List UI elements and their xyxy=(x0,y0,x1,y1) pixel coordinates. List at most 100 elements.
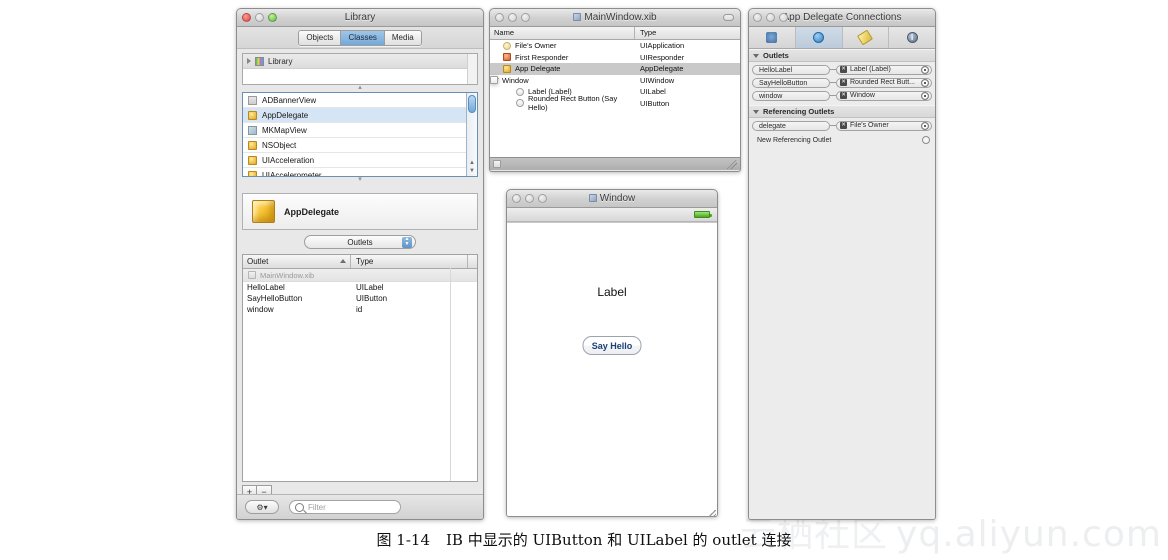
disclosure-triangle-icon[interactable] xyxy=(247,58,251,64)
view-mode-button[interactable] xyxy=(493,160,501,168)
simulator-window[interactable]: Window Label Say Hello xyxy=(506,189,718,517)
list-item[interactable]: NSObject xyxy=(243,138,477,153)
library-segmented-control[interactable]: Objects Classes Media xyxy=(298,29,422,46)
scroll-up-arrow-icon[interactable]: ▲ xyxy=(467,160,477,167)
window-controls[interactable] xyxy=(242,13,277,22)
disconnect-icon[interactable]: ✕ xyxy=(840,122,847,129)
close-button[interactable] xyxy=(495,13,504,22)
connections-inspector-window[interactable]: App Delegate Connections i Outlets Hello… xyxy=(748,8,936,520)
connection-endpoint-icon[interactable] xyxy=(921,78,929,87)
table-row[interactable]: Window UIWindow xyxy=(490,75,740,87)
table-row[interactable]: First Responder UIResponder xyxy=(490,52,740,64)
outlet-target[interactable]: ✕ Label (Label) xyxy=(836,64,932,75)
list-item[interactable]: ADBannerView xyxy=(243,93,477,108)
zoom-button[interactable] xyxy=(268,13,277,22)
inspector-titlebar[interactable]: App Delegate Connections xyxy=(749,9,935,27)
section-header-outlets[interactable]: Outlets xyxy=(749,49,935,62)
gear-icon[interactable]: ⚙▾ xyxy=(245,500,279,514)
label-widget[interactable]: Label xyxy=(507,285,717,299)
list-item[interactable]: UIAcceleration xyxy=(243,153,477,168)
table-row[interactable]: window id xyxy=(243,304,477,315)
filter-input[interactable]: Filter xyxy=(289,500,401,514)
minimize-button[interactable] xyxy=(525,194,534,203)
new-connection-endpoint-icon[interactable] xyxy=(922,136,930,144)
minimize-button[interactable] xyxy=(766,13,775,22)
xib-titlebar[interactable]: MainWindow.xib xyxy=(490,9,740,27)
column-header-outlet[interactable]: Outlet xyxy=(243,255,351,268)
table-row[interactable]: File's Owner UIApplication xyxy=(490,40,740,52)
column-header-type[interactable]: Type xyxy=(635,27,740,39)
list-item[interactable]: AppDelegate xyxy=(243,108,477,123)
library-titlebar[interactable]: Library xyxy=(237,9,483,27)
list-item[interactable]: UIAccelerometer xyxy=(243,168,477,176)
column-header-type[interactable]: Type xyxy=(351,255,468,268)
list-item[interactable]: MKMapView xyxy=(243,123,477,138)
outlet-source[interactable]: SayHelloButton xyxy=(752,77,830,88)
canvas[interactable]: Label Say Hello xyxy=(507,222,717,516)
zoom-button[interactable] xyxy=(779,13,788,22)
window-controls[interactable] xyxy=(512,194,547,203)
column-header-name[interactable]: Name xyxy=(490,27,635,39)
tab-attributes[interactable] xyxy=(843,27,890,48)
window-controls[interactable] xyxy=(495,13,530,22)
zoom-button[interactable] xyxy=(538,194,547,203)
library-tree-root-row[interactable]: Library xyxy=(243,54,477,69)
tab-classes[interactable]: Classes xyxy=(341,30,385,45)
library-tree-scrollbar[interactable] xyxy=(467,54,477,84)
tab-media[interactable]: Media xyxy=(384,30,421,45)
xib-document-window[interactable]: MainWindow.xib Name Type File's Owner UI… xyxy=(489,8,741,172)
tab-connections[interactable] xyxy=(749,27,796,48)
disconnect-icon[interactable]: ✕ xyxy=(840,79,847,86)
zoom-button[interactable] xyxy=(521,13,530,22)
split-divider-grip-lower[interactable]: ▾ xyxy=(237,176,483,184)
xib-outline-list[interactable]: File's Owner UIApplication First Respond… xyxy=(490,40,740,170)
disclosure-triangle-icon[interactable] xyxy=(753,109,759,114)
class-list[interactable]: ADBannerView AppDelegate MKMapView NSObj… xyxy=(242,92,478,177)
referencing-outlet-target[interactable]: ✕ File's Owner xyxy=(836,120,932,131)
outlets-popup-button[interactable]: Outlets ▲ ▼ xyxy=(304,235,416,249)
tab-objects[interactable]: Objects xyxy=(299,30,342,45)
xib-status-bar[interactable] xyxy=(490,157,740,170)
split-divider-grip[interactable]: ▴ xyxy=(237,84,483,92)
close-button[interactable] xyxy=(512,194,521,203)
window-controls[interactable] xyxy=(753,13,788,22)
chevron-updown-icon[interactable]: ▲ ▼ xyxy=(402,237,412,248)
scrollbar-thumb[interactable] xyxy=(468,95,476,113)
connection-row[interactable]: window ✕ Window xyxy=(752,90,932,101)
close-button[interactable] xyxy=(753,13,762,22)
outlet-target[interactable]: ✕ Rounded Rect Butt... xyxy=(836,77,932,88)
connection-row[interactable]: HelloLabel ✕ Label (Label) xyxy=(752,64,932,75)
say-hello-button[interactable]: Say Hello xyxy=(582,336,642,355)
tab-identity[interactable]: i xyxy=(889,27,935,48)
close-button[interactable] xyxy=(242,13,251,22)
new-referencing-outlet-row[interactable]: New Referencing Outlet xyxy=(752,134,932,146)
resize-grip[interactable] xyxy=(706,510,716,516)
table-row[interactable]: SayHelloButton UIButton xyxy=(243,293,477,304)
scroll-down-arrow-icon[interactable]: ▼ xyxy=(467,168,477,175)
tab-size[interactable] xyxy=(795,27,843,48)
library-window[interactable]: Library Objects Classes Media Library ▴ … xyxy=(236,8,484,520)
minimize-button[interactable] xyxy=(255,13,264,22)
connection-endpoint-icon[interactable] xyxy=(921,91,929,100)
outlets-table[interactable]: Outlet Type MainWindow.xib HelloLabel UI… xyxy=(242,254,478,482)
disconnect-icon[interactable]: ✕ xyxy=(840,92,847,99)
disclosure-triangle-icon[interactable] xyxy=(753,53,759,58)
connection-row[interactable]: SayHelloButton ✕ Rounded Rect Butt... xyxy=(752,77,932,88)
referencing-outlet-source[interactable]: delegate xyxy=(752,120,830,131)
connection-row[interactable]: delegate ✕ File's Owner xyxy=(752,120,932,131)
resize-grip[interactable] xyxy=(727,159,737,169)
table-row[interactable]: HelloLabel UILabel xyxy=(243,282,477,293)
outlet-target[interactable]: ✕ Window xyxy=(836,90,932,101)
outlet-source[interactable]: HelloLabel xyxy=(752,64,830,75)
connection-endpoint-icon[interactable] xyxy=(921,121,929,130)
library-tree[interactable]: Library xyxy=(242,53,478,85)
disconnect-icon[interactable]: ✕ xyxy=(840,66,847,73)
simulator-titlebar[interactable]: Window xyxy=(507,190,717,208)
section-header-referencing-outlets[interactable]: Referencing Outlets xyxy=(749,105,935,118)
minimize-button[interactable] xyxy=(508,13,517,22)
table-row-selected[interactable]: App Delegate AppDelegate xyxy=(490,63,740,75)
table-row[interactable]: Rounded Rect Button (Say Hello) UIButton xyxy=(490,94,740,112)
class-list-scrollbar[interactable]: ▲ ▼ xyxy=(466,93,477,176)
connection-endpoint-icon[interactable] xyxy=(921,65,929,74)
outlet-source[interactable]: window xyxy=(752,90,830,101)
